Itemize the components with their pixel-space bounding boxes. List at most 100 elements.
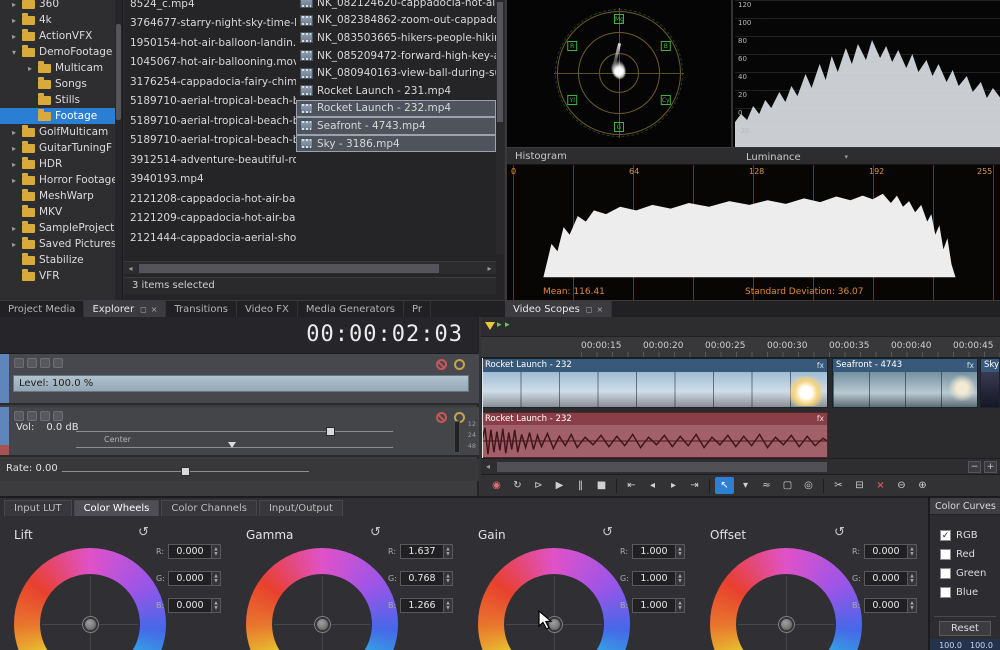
pin-icon[interactable]: ◻ xyxy=(586,305,593,314)
file-row[interactable]: 2121209-cappadocia-hot-air-bal... xyxy=(124,209,296,229)
color-panel-tab[interactable]: Input/Output xyxy=(259,500,343,516)
marker-bar[interactable]: ▸ ▸ xyxy=(481,317,1000,337)
playhead-cursor[interactable] xyxy=(482,358,483,458)
scrollbar-thumb[interactable] xyxy=(139,264,439,273)
envelope-edit-tool-button[interactable]: ≈ xyxy=(757,477,776,494)
file-row[interactable]: 3940193.mp4 xyxy=(124,170,296,190)
loop-playback-button[interactable]: ↻ xyxy=(508,477,527,494)
value-spinner[interactable]: ▲▼ xyxy=(676,544,685,559)
close-icon[interactable]: × xyxy=(151,305,158,314)
channel-checkbox-row[interactable]: Green xyxy=(930,564,1000,583)
file-row[interactable]: Rocket Launch - 232.mp4 xyxy=(296,100,496,118)
scrollbar-thumb[interactable] xyxy=(497,462,827,472)
folder-tree-item[interactable]: GuitarTuningF xyxy=(0,140,122,156)
scroll-left-icon[interactable]: ◂ xyxy=(124,264,137,273)
video-clip[interactable]: Rocket Launch - 232fx xyxy=(481,358,828,408)
tree-expand-icon[interactable] xyxy=(12,0,22,9)
red-value-field[interactable]: 0.000 xyxy=(168,544,212,559)
tool-dropdown-button[interactable]: ▾ xyxy=(736,477,755,494)
value-spinner[interactable]: ▲▼ xyxy=(908,598,917,613)
scrollbar-thumb[interactable] xyxy=(497,2,503,122)
file-row[interactable]: 8524_c.mp4 xyxy=(124,0,296,14)
close-icon[interactable]: × xyxy=(597,305,604,314)
zoom-out-button[interactable]: ⊖ xyxy=(892,477,911,494)
go-to-start-button[interactable]: ⇤ xyxy=(622,477,641,494)
file-row[interactable]: Seafront - 4743.mp4 xyxy=(296,117,496,135)
normal-edit-tool-button[interactable]: ↖ xyxy=(715,477,734,494)
folder-tree-item[interactable]: Saved Pictures xyxy=(0,236,122,252)
tree-expand-icon[interactable] xyxy=(12,48,22,57)
stop-button[interactable]: ■ xyxy=(592,477,611,494)
volume-slider[interactable] xyxy=(76,431,393,432)
value-spinner[interactable]: ▲▼ xyxy=(676,571,685,586)
channel-checkbox-row[interactable]: Blue xyxy=(930,583,1000,602)
zoom-out-icon[interactable]: − xyxy=(968,461,981,473)
dock-tab[interactable]: Pr ◻ × xyxy=(404,301,431,318)
video-clip[interactable]: Sky - xyxy=(980,358,1000,408)
file-row[interactable]: 1045067-hot-air-ballooning.mov xyxy=(124,53,296,73)
value-spinner[interactable]: ▲▼ xyxy=(212,571,221,586)
folder-tree-item[interactable]: GolfMulticam xyxy=(0,124,122,140)
tree-expand-icon[interactable] xyxy=(12,240,22,249)
wheel-knob[interactable] xyxy=(315,617,330,632)
folder-tree-item[interactable]: Multicam xyxy=(0,60,122,76)
channel-dropdown[interactable]: Luminance ▾ xyxy=(742,150,852,164)
file-list-horizontal-scrollbar[interactable]: ◂ ▸ xyxy=(124,261,496,274)
loop-region-icon[interactable]: ▸ xyxy=(497,320,502,330)
file-row[interactable]: NK_083503665-hikers-people-hiking-h... xyxy=(296,29,496,47)
tree-expand-icon[interactable] xyxy=(12,128,22,137)
rate-slider[interactable] xyxy=(62,471,309,472)
wheel-knob[interactable] xyxy=(779,617,794,632)
go-to-end-button[interactable]: ⇥ xyxy=(685,477,704,494)
dock-tab[interactable]: Video FX ◻ × xyxy=(237,301,298,318)
pause-button[interactable]: ‖ xyxy=(571,477,590,494)
scroll-right-icon[interactable]: ▸ xyxy=(483,264,496,273)
tree-expand-icon[interactable] xyxy=(12,224,22,233)
green-value-field[interactable]: 0.768 xyxy=(400,571,444,586)
tree-expand-icon[interactable] xyxy=(28,64,38,73)
file-row[interactable]: 1950154-hot-air-balloon-landin... xyxy=(124,33,296,53)
track-color-strip[interactable] xyxy=(0,407,9,455)
green-value-field[interactable]: 0.000 xyxy=(864,571,908,586)
checkbox[interactable] xyxy=(940,568,951,579)
color-panel-tab[interactable]: Color Wheels xyxy=(74,500,160,516)
file-row[interactable]: 5189710-aerial-tropical-beach-b... xyxy=(124,131,296,151)
track-button[interactable] xyxy=(27,411,37,421)
audio-clip[interactable]: Rocket Launch - 232fx xyxy=(481,412,828,458)
file-row[interactable]: NK_085209472-forward-high-key-aeria... xyxy=(296,47,496,65)
selection-edit-tool-button[interactable]: ▢ xyxy=(778,477,797,494)
previous-frame-button[interactable]: ◂ xyxy=(643,477,662,494)
event-fx-icon[interactable]: fx xyxy=(817,359,824,372)
pan-slider[interactable] xyxy=(76,447,393,448)
folder-tree-item[interactable]: 4k xyxy=(0,12,122,28)
track-button[interactable] xyxy=(53,358,63,368)
dock-tab-video-scopes[interactable]: Video Scopes ◻ × xyxy=(505,301,612,318)
file-row[interactable]: Rocket Launch - 231.mp4 xyxy=(296,82,496,100)
blue-value-field[interactable]: 1.000 xyxy=(632,598,676,613)
wheel-reset-icon[interactable]: ↺ xyxy=(138,525,149,540)
value-spinner[interactable]: ▲▼ xyxy=(676,598,685,613)
reset-button[interactable]: Reset xyxy=(939,621,991,636)
folder-tree-item[interactable]: Stabilize xyxy=(0,252,122,268)
record-button[interactable]: ◉ xyxy=(487,477,506,494)
green-value-field[interactable]: 0.000 xyxy=(168,571,212,586)
track-color-strip[interactable] xyxy=(0,354,9,403)
file-row[interactable]: 3764677-starry-night-sky-time-l... xyxy=(124,14,296,34)
checkbox[interactable] xyxy=(940,530,951,541)
play-from-start-button[interactable]: ⊳ xyxy=(529,477,548,494)
event-fx-icon[interactable]: fx xyxy=(817,413,824,425)
pan-slider-handle[interactable] xyxy=(228,442,236,448)
loop-region-icon[interactable]: ▸ xyxy=(505,320,510,330)
color-panel-tab[interactable]: Input LUT xyxy=(4,500,72,516)
channel-checkbox-row[interactable]: RGB xyxy=(930,526,1000,545)
red-value-field[interactable]: 1.637 xyxy=(400,544,444,559)
folder-tree-item[interactable]: SampleProject xyxy=(0,220,122,236)
timeline-horizontal-scrollbar[interactable]: ◂ − + xyxy=(481,458,1000,474)
track-button[interactable] xyxy=(27,358,37,368)
dock-tab[interactable]: Project Media ◻ × xyxy=(0,301,84,318)
wheel-reset-icon[interactable]: ↺ xyxy=(602,525,613,540)
checkbox[interactable] xyxy=(940,549,951,560)
file-row[interactable]: NK_082384862-zoom-out-cappadocia-... xyxy=(296,12,496,30)
mute-icon[interactable] xyxy=(436,412,447,423)
zoom-in-button[interactable]: ⊕ xyxy=(913,477,932,494)
